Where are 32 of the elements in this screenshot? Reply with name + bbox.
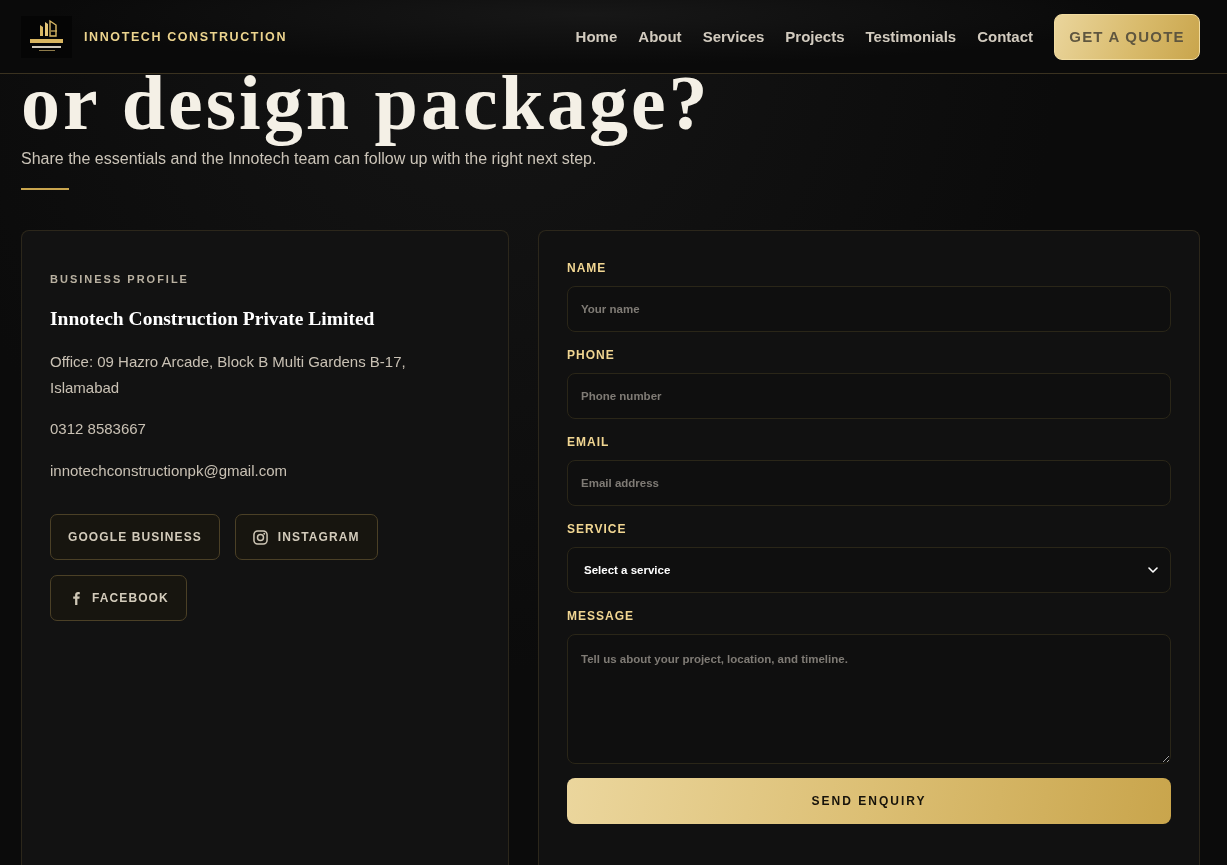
camera-icon [252,529,268,545]
social-link-button[interactable]: INSTAGRAM [234,514,378,560]
office-address: Office: 09 Hazro Arcade, Block B Multi Gardens B-17, Islamabad [50,352,407,398]
company-name: Innotech Construction Private Limited [50,307,376,331]
field-label: MESSAGE [567,608,635,624]
nav-link[interactable]: Home [575,28,618,45]
field-label: NAME [567,260,608,276]
email-address: innotechconstructionpk@gmail.com [50,461,288,481]
phone-number: 0312 8583667 [50,419,147,439]
nav-link[interactable]: Testimonials [865,28,957,45]
page-heading: or design package? [21,59,711,147]
service-select[interactable]: Select a service [567,547,1171,593]
input-field[interactable]: Your name [567,286,1171,332]
f-logo-icon [73,591,80,605]
social-link-button[interactable]: FACEBOOK [50,575,187,621]
page-subtitle: Share the essentials and the Innotech team can follow up with the right next step. [21,149,597,169]
get-quote-button[interactable]: GET A QUOTE [1054,13,1200,60]
section-eyebrow: BUSINESS PROFILE [50,272,190,287]
field-label: EMAIL [567,434,611,450]
input-field[interactable]: Phone number [567,373,1171,419]
social-link-button[interactable]: GOOGLE BUSINESS [50,514,220,560]
field-label: PHONE [567,347,616,363]
nav-link[interactable]: About [638,28,682,45]
field-label: SERVICE [567,521,628,537]
message-field[interactable]: Tell us about your project, location, and timeline. [567,634,1171,764]
brand-name[interactable]: INNOTECH CONSTRUCTION [84,29,288,44]
chevron-down-icon [1148,567,1158,573]
nav-link[interactable]: Contact [977,28,1033,45]
send-enquiry-button[interactable]: SEND ENQUIRY [567,778,1171,824]
nav-link[interactable]: Projects [785,28,845,45]
input-field[interactable]: Email address [567,460,1171,506]
nav-link[interactable]: Services [702,28,765,45]
